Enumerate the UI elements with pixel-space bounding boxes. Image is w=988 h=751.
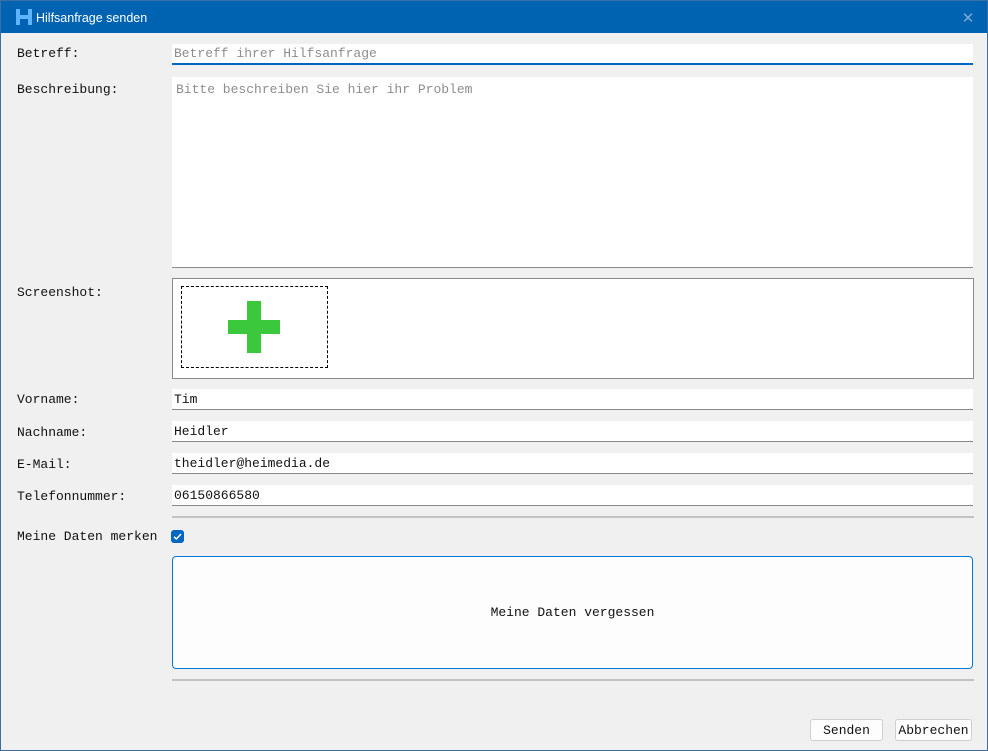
window-title: Hilfsanfrage senden xyxy=(36,11,148,25)
subject-label: Betreff: xyxy=(17,46,80,61)
email-label: E-Mail: xyxy=(17,457,72,472)
divider-bottom xyxy=(172,679,974,681)
first-name-input[interactable] xyxy=(172,389,973,410)
remember-label: Meine Daten merken xyxy=(17,529,158,544)
checkmark-icon xyxy=(173,533,182,541)
forget-data-button[interactable]: Meine Daten vergessen xyxy=(172,556,973,669)
description-textarea[interactable] xyxy=(172,77,973,268)
phone-input[interactable] xyxy=(172,485,973,506)
close-icon: ✕ xyxy=(961,9,975,27)
screenshot-label: Screenshot: xyxy=(17,285,103,300)
title-bar[interactable]: Hilfsanfrage senden ✕ xyxy=(1,1,987,33)
send-button[interactable]: Senden xyxy=(810,719,883,741)
phone-label: Telefonnummer: xyxy=(17,489,127,504)
help-request-dialog: Hilfsanfrage senden ✕ Betreff: Beschreib… xyxy=(0,0,988,751)
remember-checkbox[interactable] xyxy=(171,530,184,543)
last-name-input[interactable] xyxy=(172,421,973,442)
plus-icon xyxy=(228,301,280,353)
subject-input[interactable] xyxy=(172,44,973,65)
screenshot-area xyxy=(172,278,974,379)
add-screenshot-button[interactable] xyxy=(181,286,328,368)
description-label: Beschreibung: xyxy=(17,82,119,97)
h-logo-icon xyxy=(16,9,32,25)
close-button[interactable]: ✕ xyxy=(956,7,980,29)
email-input[interactable] xyxy=(172,453,973,474)
divider-top xyxy=(172,516,974,518)
cancel-button[interactable]: Abbrechen xyxy=(895,719,972,741)
first-name-label: Vorname: xyxy=(17,392,80,407)
last-name-label: Nachname: xyxy=(17,425,88,440)
